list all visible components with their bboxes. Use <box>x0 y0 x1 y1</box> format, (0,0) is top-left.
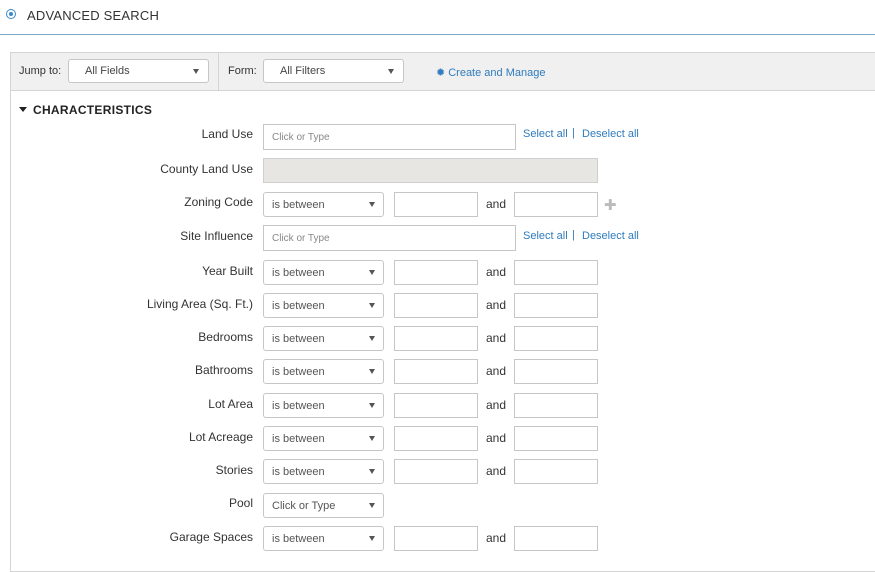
jump-to-value: All Fields <box>85 65 130 77</box>
chevron-down-icon <box>369 369 375 374</box>
land-use-input[interactable]: Click or Type <box>263 124 516 150</box>
bedrooms-max[interactable] <box>514 326 598 351</box>
lot-area-min[interactable] <box>394 393 478 418</box>
separator: | <box>572 127 575 139</box>
lot-acreage-operator[interactable]: is between <box>263 426 384 451</box>
and-label: and <box>486 298 507 312</box>
collapse-circle-icon[interactable] <box>6 9 16 19</box>
chevron-down-icon <box>369 436 375 441</box>
chevron-down-icon <box>369 202 375 207</box>
create-manage-link[interactable]: ✹ Create and Manage <box>436 66 545 79</box>
zoning-code-operator[interactable]: is between <box>263 192 384 217</box>
and-label: and <box>486 331 507 345</box>
bathrooms-min[interactable] <box>394 359 478 384</box>
living-area-label: Living Area (Sq. Ft.) <box>146 297 253 311</box>
section-title: CHARACTERISTICS <box>33 103 153 117</box>
living-area-operator[interactable]: is between <box>263 293 384 318</box>
page-title: ADVANCED SEARCH <box>27 8 160 23</box>
county-land-use-input <box>263 158 598 183</box>
stories-min[interactable] <box>394 459 478 484</box>
caret-down-icon <box>19 107 27 113</box>
zoning-code-min[interactable] <box>394 192 478 217</box>
chevron-down-icon <box>388 69 394 74</box>
operator-value: is between <box>272 333 325 345</box>
garage-spaces-min[interactable] <box>394 526 478 551</box>
land-use-deselect-all[interactable]: Deselect all <box>582 128 639 140</box>
divider <box>218 53 219 90</box>
operator-value: is between <box>272 300 325 312</box>
and-label: and <box>486 364 507 378</box>
bathrooms-max[interactable] <box>514 359 598 384</box>
gear-icon: ✹ <box>436 67 446 79</box>
and-label: and <box>486 431 507 445</box>
form-select[interactable]: All Filters <box>263 59 404 83</box>
page-header: ADVANCED SEARCH <box>0 0 875 35</box>
and-label: and <box>486 197 507 211</box>
and-label: and <box>486 265 507 279</box>
year-built-min[interactable] <box>394 260 478 285</box>
jump-to-select[interactable]: All Fields <box>68 59 209 83</box>
bathrooms-operator[interactable]: is between <box>263 359 384 384</box>
chevron-down-icon <box>369 336 375 341</box>
site-influence-label: Site Influence <box>180 229 253 243</box>
operator-value: is between <box>272 400 325 412</box>
garage-spaces-label: Garage Spaces <box>169 530 253 544</box>
operator-value: is between <box>272 466 325 478</box>
year-built-label: Year Built <box>202 264 253 278</box>
and-label: and <box>486 531 507 545</box>
form-value: All Filters <box>280 65 326 77</box>
separator: | <box>572 229 575 241</box>
chevron-down-icon <box>369 536 375 541</box>
site-influence-select-all[interactable]: Select all <box>523 230 568 242</box>
zoning-code-max[interactable] <box>514 192 598 217</box>
stories-max[interactable] <box>514 459 598 484</box>
land-use-select-all[interactable]: Select all <box>523 128 568 140</box>
zoning-code-label: Zoning Code <box>184 195 253 209</box>
and-label: and <box>486 398 507 412</box>
bedrooms-operator[interactable]: is between <box>263 326 384 351</box>
and-label: and <box>486 464 507 478</box>
year-built-max[interactable] <box>514 260 598 285</box>
jump-to-label: Jump to: <box>19 65 62 77</box>
operator-value: is between <box>272 533 325 545</box>
year-built-operator[interactable]: is between <box>263 260 384 285</box>
site-influence-deselect-all[interactable]: Deselect all <box>582 230 639 242</box>
garage-spaces-operator[interactable]: is between <box>263 526 384 551</box>
lot-area-operator[interactable]: is between <box>263 393 384 418</box>
bedrooms-label: Bedrooms <box>198 330 253 344</box>
lot-acreage-min[interactable] <box>394 426 478 451</box>
garage-spaces-max[interactable] <box>514 526 598 551</box>
operator-value: is between <box>272 199 325 211</box>
bathrooms-label: Bathrooms <box>194 363 253 377</box>
lot-area-label: Lot Area <box>208 397 253 411</box>
operator-value: is between <box>272 267 325 279</box>
bedrooms-min[interactable] <box>394 326 478 351</box>
form-label: Form: <box>228 65 257 77</box>
stories-operator[interactable]: is between <box>263 459 384 484</box>
county-land-use-label: County Land Use <box>160 162 253 176</box>
pool-select[interactable]: Click or Type <box>263 493 384 518</box>
chevron-down-icon <box>369 403 375 408</box>
section-characteristics[interactable]: CHARACTERISTICS <box>19 103 152 117</box>
chevron-down-icon <box>193 69 199 74</box>
lot-acreage-max[interactable] <box>514 426 598 451</box>
lot-area-max[interactable] <box>514 393 598 418</box>
living-area-max[interactable] <box>514 293 598 318</box>
pool-label: Pool <box>228 496 253 510</box>
create-manage-label: Create and Manage <box>448 67 546 79</box>
pool-value: Click or Type <box>272 500 336 512</box>
stories-label: Stories <box>215 463 253 477</box>
chevron-down-icon <box>369 503 375 508</box>
operator-value: is between <box>272 433 325 445</box>
site-influence-input[interactable]: Click or Type <box>263 225 516 251</box>
living-area-min[interactable] <box>394 293 478 318</box>
chevron-down-icon <box>369 469 375 474</box>
land-use-label: Land Use <box>201 127 253 141</box>
operator-value: is between <box>272 366 325 378</box>
chevron-down-icon <box>369 303 375 308</box>
chevron-down-icon <box>369 270 375 275</box>
add-icon[interactable]: ✚ <box>604 196 617 214</box>
lot-acreage-label: Lot Acreage <box>188 430 253 444</box>
